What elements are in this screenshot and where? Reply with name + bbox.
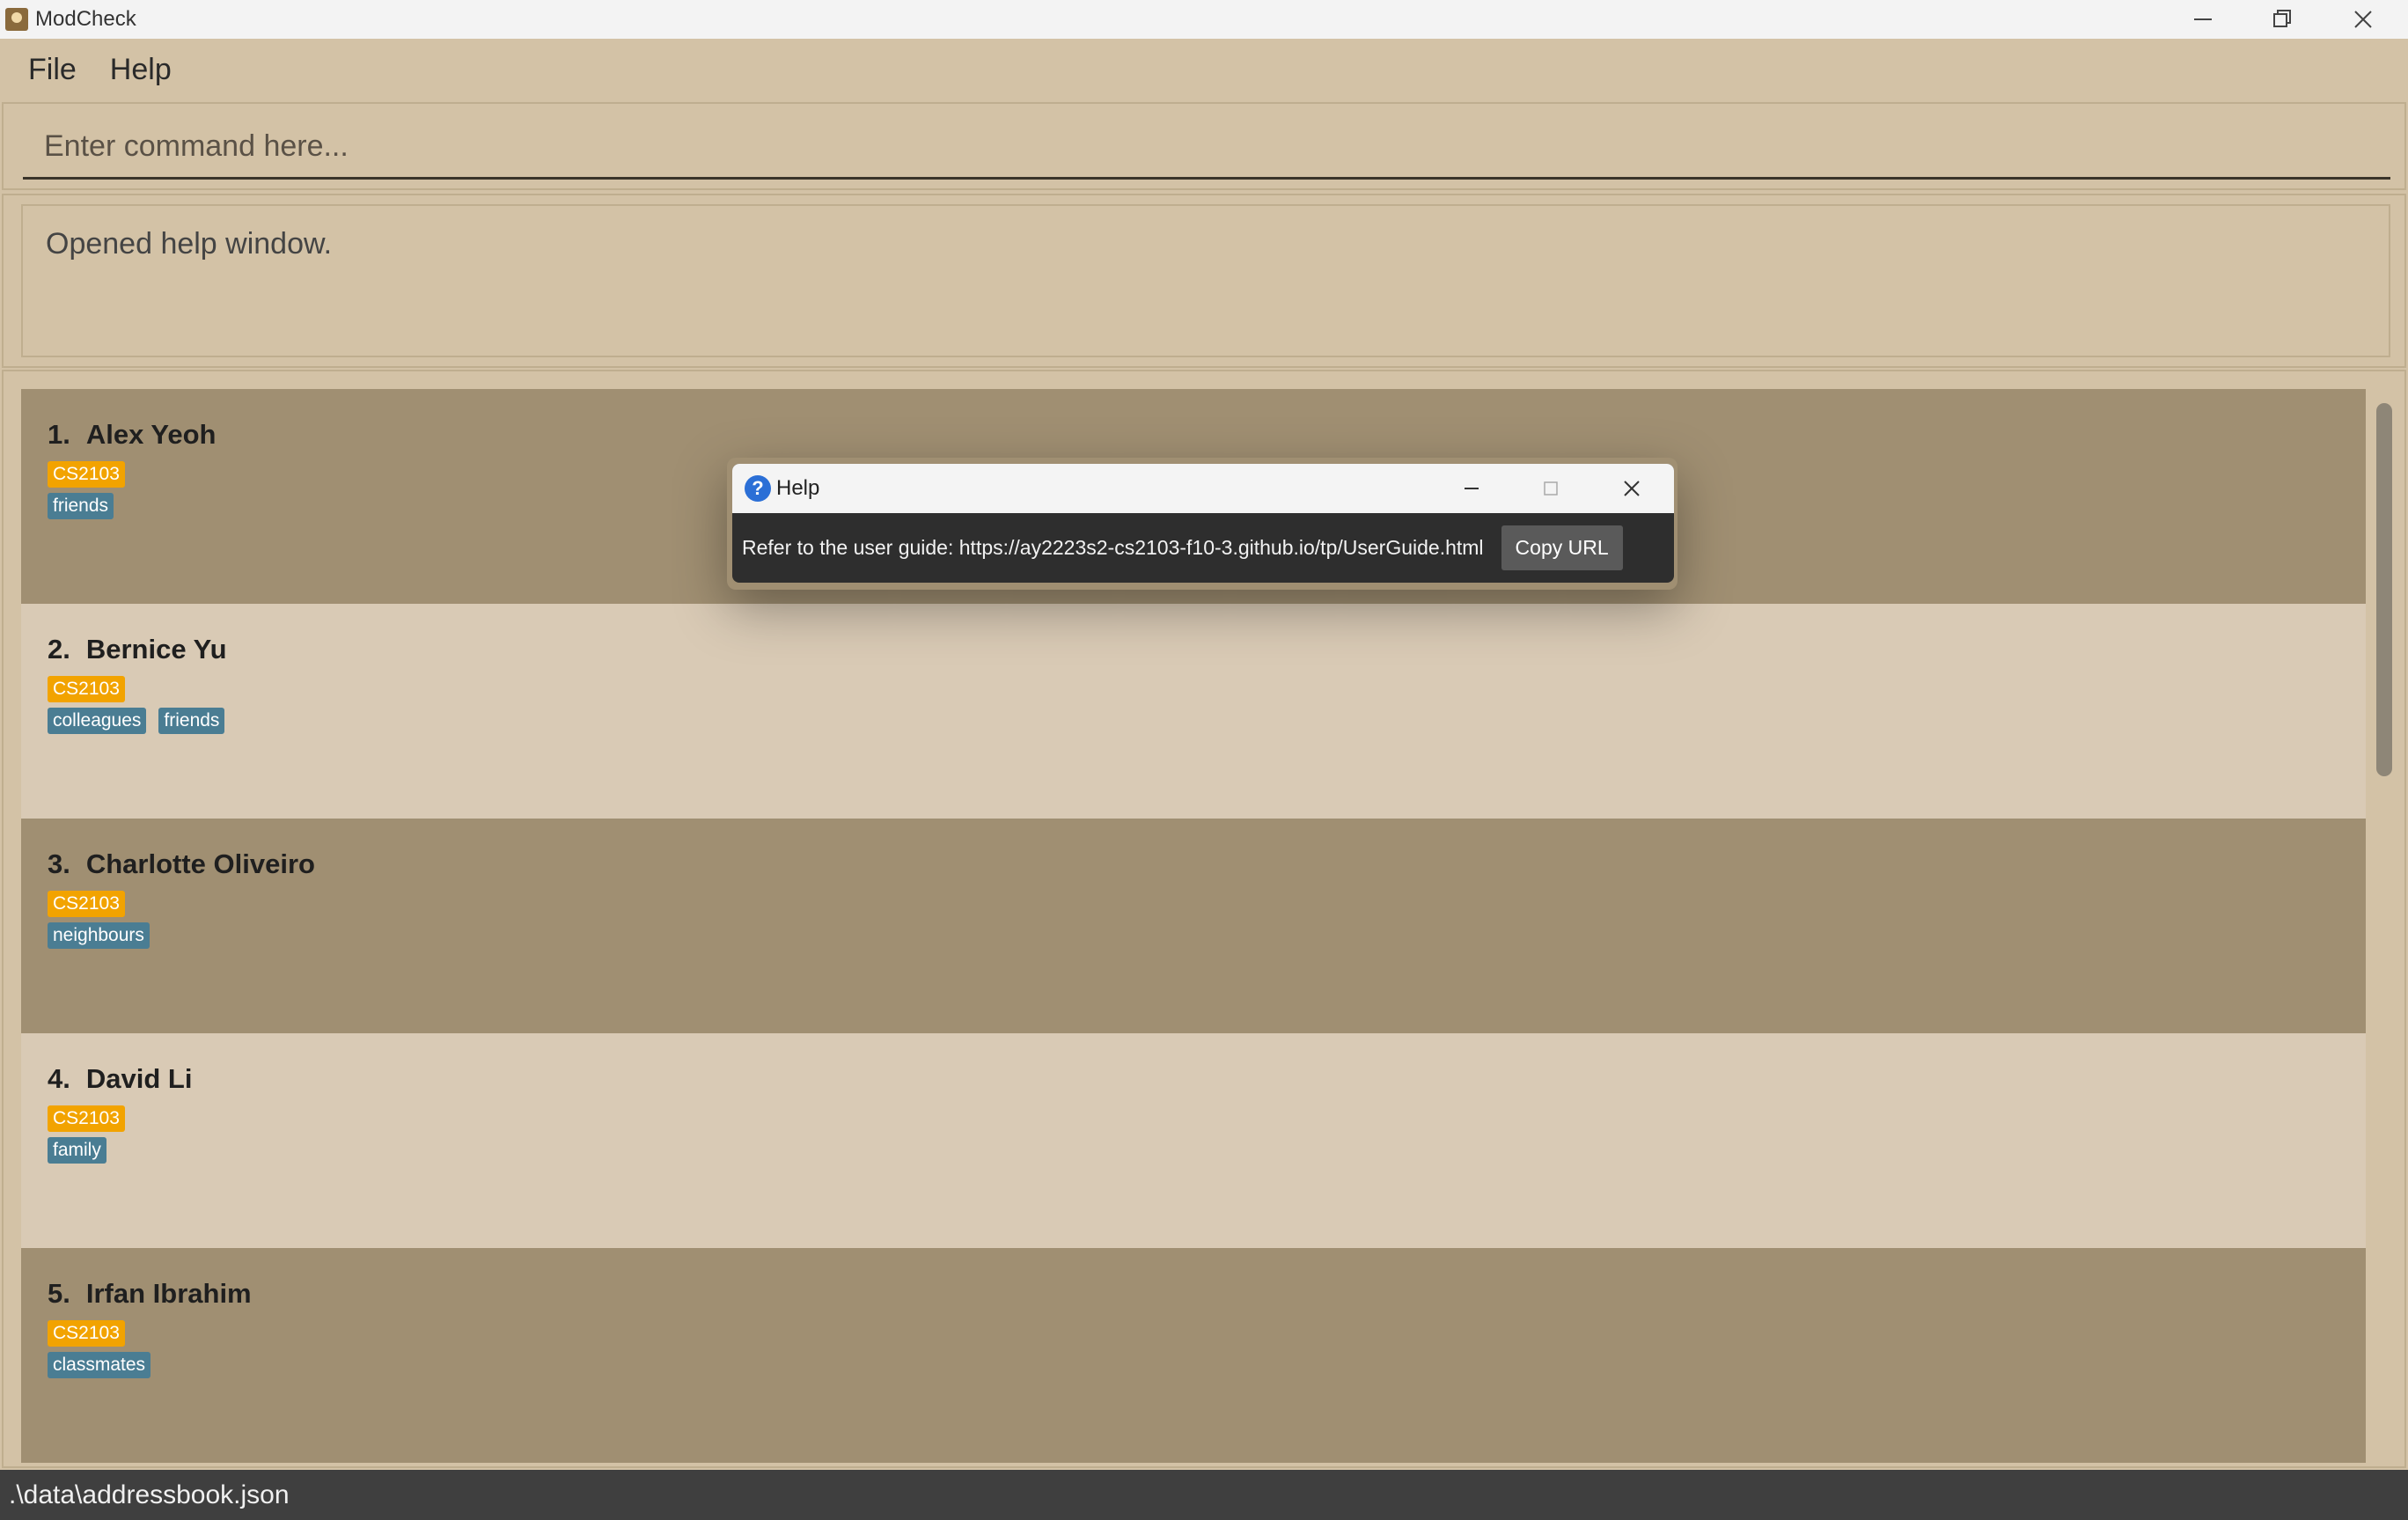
person-name-row: 1. Alex Yeoh xyxy=(48,419,2339,451)
minimize-icon[interactable] xyxy=(2163,0,2243,39)
copy-url-button[interactable]: Copy URL xyxy=(1501,525,1623,570)
help-dialog: ? Help Refer to the user guide: https://… xyxy=(732,464,1674,583)
app-icon xyxy=(5,8,28,31)
group-tag: friends xyxy=(48,493,114,519)
person-card[interactable]: 5. Irfan Ibrahim CS2103 classmates xyxy=(21,1248,2366,1463)
person-name-row: 5. Irfan Ibrahim xyxy=(48,1278,2339,1310)
person-index: 5. xyxy=(48,1278,70,1309)
module-tag: CS2103 xyxy=(48,461,125,488)
command-panel xyxy=(2,102,2406,190)
menu-help[interactable]: Help xyxy=(110,53,172,87)
module-tags: CS2103 xyxy=(48,1320,2339,1347)
person-index: 3. xyxy=(48,848,70,879)
group-tag: neighbours xyxy=(48,922,150,949)
scrollbar-thumb[interactable] xyxy=(2376,403,2392,776)
person-card[interactable]: 3. Charlotte Oliveiro CS2103 neighbours xyxy=(21,819,2366,1033)
help-dialog-title-bar: ? Help xyxy=(732,464,1674,513)
menu-bar: File Help xyxy=(0,39,2408,100)
save-file-path: .\data\addressbook.json xyxy=(9,1480,290,1509)
close-icon[interactable] xyxy=(2324,0,2403,39)
window-title-bar: ModCheck xyxy=(0,0,2408,39)
module-tag: CS2103 xyxy=(48,1320,125,1347)
module-tag: CS2103 xyxy=(48,1105,125,1132)
group-tag: family xyxy=(48,1137,106,1164)
command-input[interactable] xyxy=(23,116,2390,180)
module-tags: CS2103 xyxy=(48,891,2339,917)
group-tags: classmates xyxy=(48,1352,2339,1378)
group-tag: friends xyxy=(158,708,225,734)
group-tag: classmates xyxy=(48,1352,151,1378)
dialog-minimize-icon[interactable] xyxy=(1436,464,1507,513)
person-name-row: 4. David Li xyxy=(48,1063,2339,1095)
window-title: ModCheck xyxy=(35,7,136,31)
person-card[interactable]: 4. David Li CS2103 family xyxy=(21,1033,2366,1248)
dialog-maximize-icon xyxy=(1516,464,1586,513)
status-bar: .\data\addressbook.json xyxy=(0,1470,2408,1520)
group-tags: family xyxy=(48,1137,2339,1164)
group-tags: colleagues friends xyxy=(48,708,2339,734)
help-dialog-body: Refer to the user guide: https://ay2223s… xyxy=(732,513,1674,583)
person-name-row: 3. Charlotte Oliveiro xyxy=(48,848,2339,880)
person-index: 4. xyxy=(48,1063,70,1094)
module-tag: CS2103 xyxy=(48,676,125,702)
person-name-row: 2. Bernice Yu xyxy=(48,634,2339,665)
group-tag: colleagues xyxy=(48,708,147,734)
list-scrollbar[interactable] xyxy=(2375,394,2394,1450)
result-display: Opened help window. xyxy=(21,204,2390,357)
help-message: Refer to the user guide: https://ay2223s… xyxy=(742,536,1484,559)
help-question-icon: ? xyxy=(745,475,771,502)
help-dialog-title: Help xyxy=(776,476,820,500)
person-name: Charlotte Oliveiro xyxy=(85,848,315,879)
module-tags: CS2103 xyxy=(48,1105,2339,1132)
person-name: Bernice Yu xyxy=(85,634,227,665)
module-tags: CS2103 xyxy=(48,676,2339,702)
person-name: Alex Yeoh xyxy=(85,419,217,450)
result-panel: Opened help window. xyxy=(2,194,2406,368)
menu-file[interactable]: File xyxy=(28,53,77,87)
module-tag: CS2103 xyxy=(48,891,125,917)
restore-icon[interactable] xyxy=(2243,0,2322,39)
dialog-close-icon[interactable] xyxy=(1597,464,1667,513)
person-name: Irfan Ibrahim xyxy=(85,1278,252,1309)
person-index: 1. xyxy=(48,419,70,450)
person-index: 2. xyxy=(48,634,70,665)
person-card[interactable]: 2. Bernice Yu CS2103 colleagues friends xyxy=(21,604,2366,819)
group-tags: neighbours xyxy=(48,922,2339,949)
person-name: David Li xyxy=(85,1063,193,1094)
